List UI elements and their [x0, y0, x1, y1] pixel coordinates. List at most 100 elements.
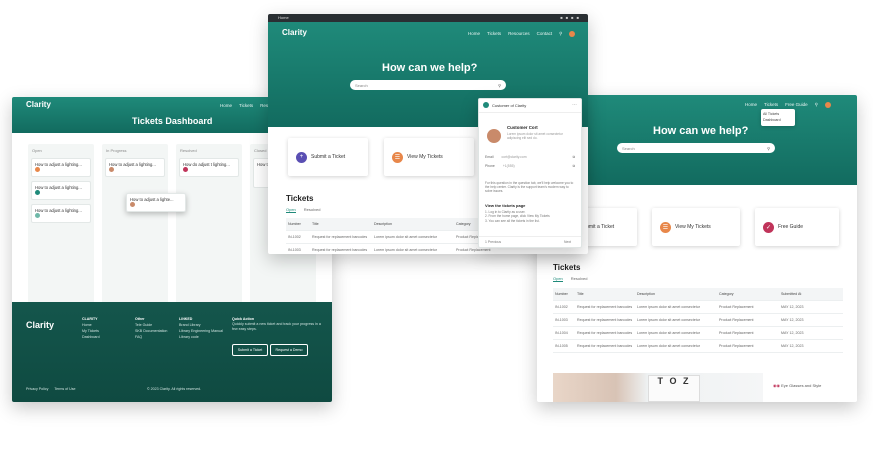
nav-home[interactable]: Home: [220, 103, 232, 108]
nav-resources[interactable]: Res: [260, 103, 268, 108]
search-placeholder: Search: [622, 145, 635, 151]
nav-free-guide[interactable]: Free Guide: [785, 102, 808, 108]
footer-submit-button[interactable]: Submit a Ticket: [232, 344, 268, 356]
footer-logo[interactable]: Clarity: [26, 320, 54, 330]
tickets-tabs: Open Resolved: [553, 276, 587, 282]
nav-contact[interactable]: Contact: [537, 31, 553, 37]
cell: Product Replacement: [719, 318, 754, 322]
step-item: 3. You can see all the tickets in the li…: [485, 218, 540, 223]
promo-image: T O Z: [553, 373, 763, 402]
cell: IN-1002: [555, 305, 568, 309]
ticket-card[interactable]: How to adjust a lighting...: [31, 181, 91, 200]
privacy-link[interactable]: Privacy Policy: [26, 386, 48, 392]
steps-list: 1. Log in to Clarity as a user. 2. From …: [485, 210, 575, 223]
contact-text: Lorem ipsum dolor sit amet consectetur a…: [507, 132, 563, 140]
col-header: Category: [719, 292, 734, 296]
view-tickets-button[interactable]: ☰ View My Tickets: [384, 138, 474, 176]
nav-tickets[interactable]: Tickets: [487, 31, 501, 37]
search-icon[interactable]: ⚲: [559, 31, 562, 37]
copy-icon[interactable]: ⧉: [573, 155, 575, 159]
tab-open[interactable]: Open: [286, 207, 296, 213]
search-icon[interactable]: ⚲: [815, 102, 818, 108]
promo-caption[interactable]: ◉◉ Eye Glasses and Style: [773, 383, 821, 388]
footer-link[interactable]: FAQ: [135, 334, 167, 340]
avatar: [183, 167, 188, 173]
avatar[interactable]: [569, 31, 576, 37]
nav-resources[interactable]: Resources: [508, 31, 530, 37]
tickets-title: Tickets: [286, 194, 314, 203]
view-tickets-button[interactable]: ☰ View My Tickets: [652, 208, 740, 246]
cell: IN-1002: [288, 235, 301, 239]
cell: Product Replacement: [456, 248, 491, 252]
email-row: Email cort@clarity.com ⧉: [485, 155, 575, 159]
table-row[interactable]: IN-1005 Request for replacement barcodes…: [553, 340, 843, 353]
free-guide-button[interactable]: ✓ Free Guide: [755, 208, 839, 246]
card-title: How to adjust a lighting...: [109, 162, 156, 167]
cell: Lorem ipsum dolor sit amet consectetur: [637, 305, 700, 309]
cell: Request for replacement barcodes: [312, 235, 368, 239]
table-row[interactable]: IN-1002 Request for replacement barcodes…: [553, 301, 843, 314]
footer-link[interactable]: Library code: [179, 334, 223, 340]
dropdown-item[interactable]: Dashboard: [763, 117, 793, 123]
cell: Lorem ipsum dolor sit amet consectetur: [374, 235, 437, 239]
search-input[interactable]: Search ⚲: [350, 80, 506, 90]
brand-logo[interactable]: Clarity: [282, 28, 307, 37]
table-row[interactable]: IN-1003 Request for replacement barcodes…: [553, 314, 843, 327]
footer-col-3: LINKED Brand Library Library Engineering…: [179, 316, 223, 340]
copy-icon[interactable]: ⧉: [573, 164, 575, 168]
cell: MAY 12, 2023: [781, 331, 804, 335]
col-header: Description: [637, 292, 655, 296]
avatar: [35, 167, 40, 173]
search-placeholder: Search: [355, 82, 368, 88]
window-controls-icon[interactable]: ■■■■: [560, 15, 582, 20]
tab-resolved[interactable]: Resolved: [571, 276, 588, 282]
search-icon: ⚲: [767, 145, 770, 151]
hero-heading: How can we help?: [382, 62, 478, 74]
ticket-card[interactable]: How to adjust a lighting...: [31, 158, 91, 177]
submit-icon: +: [296, 151, 307, 163]
cell: MAY 12, 2023: [781, 344, 804, 348]
table-row[interactable]: IN-1004 Request for replacement barcodes…: [553, 327, 843, 340]
customer-popup: Customer of Clarity … Customer Cort Lore…: [478, 98, 582, 248]
terms-link[interactable]: Terms of Use: [54, 386, 75, 392]
hero-heading: How can we help?: [653, 125, 749, 137]
button-label: Submit a Ticket: [311, 154, 346, 160]
footer-demo-button[interactable]: Request a Demo: [270, 344, 308, 356]
guide-icon: ✓: [763, 221, 774, 233]
email-value[interactable]: cort@clarity.com: [501, 155, 526, 159]
avatar: [35, 190, 40, 196]
cell: Product Replacement: [719, 344, 754, 348]
ticket-card[interactable]: How do adjust t lighting...: [179, 158, 239, 177]
phone-value[interactable]: +1(555): [503, 164, 515, 168]
tab-open[interactable]: Open: [553, 276, 563, 282]
browser-tab[interactable]: Home: [278, 15, 289, 20]
previous-button[interactable]: 1 Previous: [485, 240, 501, 244]
cell: Request for replacement barcodes: [577, 331, 633, 335]
ticket-card[interactable]: How to adjust a lighting...: [31, 204, 91, 223]
submit-ticket-button[interactable]: + Submit a Ticket: [288, 138, 368, 176]
popup-header: Customer of Clarity …: [479, 99, 581, 113]
next-button[interactable]: Next: [564, 240, 571, 244]
avatar: [35, 213, 40, 219]
popup-footer: 1 Previous Next: [479, 236, 581, 247]
nav-tickets[interactable]: Tickets: [239, 103, 253, 108]
tab-resolved[interactable]: Resolved: [304, 207, 321, 213]
more-icon[interactable]: …: [572, 101, 577, 107]
column-label: Open: [32, 148, 42, 153]
cell: Product Replacement: [719, 331, 754, 335]
ticket-card[interactable]: How to adjust a lighting...: [105, 158, 165, 177]
avatar[interactable]: [824, 102, 831, 108]
email-label: Email: [485, 155, 494, 159]
search-input[interactable]: Search ⚲: [617, 143, 775, 153]
footer-col-1: CLARITY Home My Tickets Dashboard: [82, 316, 100, 340]
footer-link[interactable]: Dashboard: [82, 334, 100, 340]
nav-home[interactable]: Home: [468, 31, 480, 37]
cell: Request for replacement barcodes: [577, 305, 633, 309]
nav-home[interactable]: Home: [745, 102, 757, 108]
dragged-ticket-card[interactable]: How to adjust a lighte...: [126, 193, 186, 212]
col-header: Submitted At: [781, 292, 802, 296]
brand-logo[interactable]: Clarity: [26, 100, 51, 109]
middle-nav: Home Tickets Resources Contact ⚲: [468, 31, 577, 37]
avatar: [130, 202, 135, 208]
nav-tickets[interactable]: Tickets: [764, 102, 778, 108]
